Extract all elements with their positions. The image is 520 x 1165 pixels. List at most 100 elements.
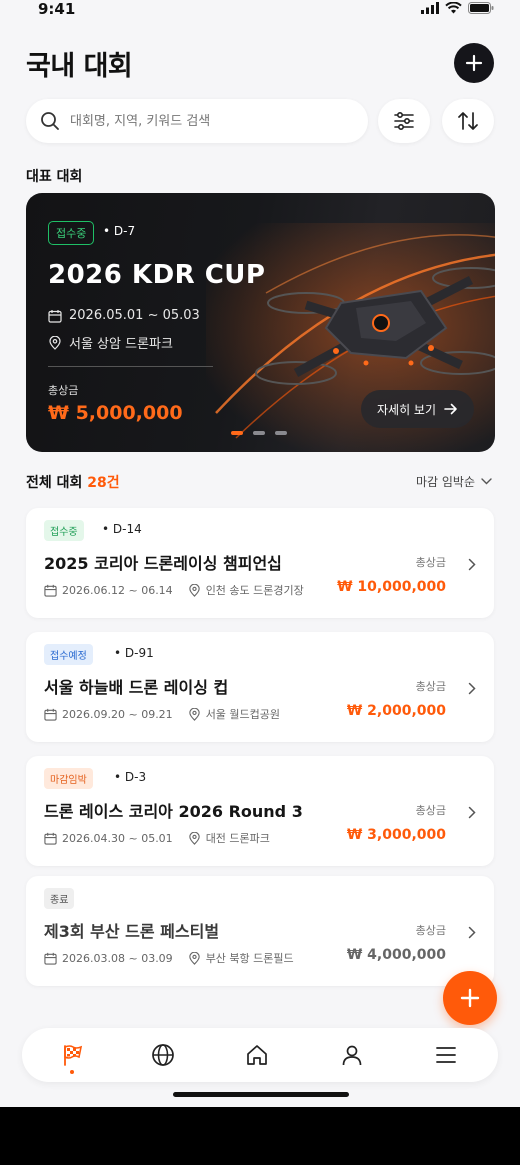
app-screen: 9:41 국내 대회 대표 대회 bbox=[0, 0, 520, 1107]
location-pin-icon bbox=[188, 951, 200, 965]
carousel-dot[interactable] bbox=[275, 431, 287, 435]
prize-value: ₩ 3,000,000 bbox=[346, 827, 446, 843]
chevron-right-icon bbox=[468, 806, 476, 819]
dday-label: • D-3 bbox=[114, 770, 147, 784]
dday-label: • D-91 bbox=[114, 646, 154, 660]
competition-dates: 2026.06.12 ~ 06.14 bbox=[62, 583, 173, 597]
featured-dates: 2026.05.01 ~ 05.03 bbox=[69, 308, 200, 323]
competition-meta: 2026.04.30 ~ 05.01 대전 드론파크 bbox=[44, 830, 270, 846]
calendar-icon bbox=[48, 309, 62, 323]
signal-icon bbox=[421, 2, 439, 14]
filter-sliders-icon bbox=[394, 112, 414, 130]
sort-label: 마감 임박순 bbox=[415, 475, 475, 489]
status-time: 9:41 bbox=[38, 0, 76, 18]
featured-location: 서울 상암 드론파크 bbox=[69, 337, 173, 352]
featured-dday: • D-7 bbox=[103, 224, 136, 238]
sort-dropdown[interactable]: 마감 임박순 bbox=[416, 473, 492, 490]
arrow-right-icon bbox=[444, 403, 457, 415]
home-indicator bbox=[173, 1092, 349, 1097]
competition-name: 제3회 부산 드론 페스티벌 bbox=[44, 922, 220, 941]
search-icon bbox=[41, 112, 59, 130]
competition-name: 서울 하늘배 드론 레이싱 컵 bbox=[44, 678, 229, 697]
chevron-down-icon bbox=[481, 478, 492, 485]
floating-add-button[interactable] bbox=[443, 971, 497, 1025]
competition-name: 2025 코리아 드론레이싱 챔피언십 bbox=[44, 554, 282, 573]
featured-detail-button[interactable]: 자세히 보기 bbox=[361, 390, 475, 428]
search-input[interactable] bbox=[70, 113, 340, 129]
featured-prize: ₩ 5,000,000 bbox=[48, 402, 183, 424]
featured-prize-label: 총상금 bbox=[48, 384, 79, 397]
featured-competition-card[interactable]: 접수중 • D-7 2026 KDR CUP 2026.05.01 ~ 05.0… bbox=[26, 193, 495, 452]
competition-card[interactable]: 종료 제3회 부산 드론 페스티벌 2026.03.08 ~ 03.09 부산 … bbox=[26, 876, 494, 986]
chevron-right-icon bbox=[468, 558, 476, 571]
featured-status-badge: 접수중 bbox=[48, 221, 95, 245]
calendar-icon bbox=[44, 584, 57, 597]
nav-competitions[interactable] bbox=[59, 1042, 85, 1068]
nav-home[interactable] bbox=[244, 1042, 270, 1068]
competition-dates: 2026.03.08 ~ 03.09 bbox=[62, 951, 173, 965]
nav-active-indicator bbox=[70, 1070, 74, 1074]
carousel-indicator bbox=[231, 431, 287, 435]
competition-meta: 2026.09.20 ~ 09.21 서울 월드컵공원 bbox=[44, 706, 280, 722]
prize-label: 총상금 bbox=[415, 556, 446, 569]
competition-name: 드론 레이스 코리아 2026 Round 3 bbox=[44, 802, 303, 821]
bottom-navigation bbox=[22, 1028, 498, 1082]
carousel-dot[interactable] bbox=[231, 431, 243, 435]
competition-card[interactable]: 접수중 • D-14 2025 코리아 드론레이싱 챔피언십 2026.06.1… bbox=[26, 508, 494, 618]
menu-icon bbox=[436, 1047, 456, 1063]
prize-label: 총상금 bbox=[415, 924, 446, 937]
calendar-icon bbox=[44, 952, 57, 965]
person-icon bbox=[342, 1045, 362, 1066]
location-pin-icon bbox=[188, 831, 200, 845]
prize-label: 총상금 bbox=[415, 680, 446, 693]
competition-card[interactable]: 마감임박 • D-3 드론 레이스 코리아 2026 Round 3 2026.… bbox=[26, 756, 494, 866]
featured-divider bbox=[48, 366, 213, 367]
status-badge: 접수중 bbox=[44, 520, 84, 541]
location-pin-icon bbox=[188, 583, 200, 597]
featured-detail-label: 자세히 보기 bbox=[377, 402, 437, 417]
competition-card[interactable]: 접수예정 • D-91 서울 하늘배 드론 레이싱 컵 2026.09.20 ~… bbox=[26, 632, 494, 742]
globe-icon bbox=[152, 1044, 174, 1066]
prize-label: 총상금 bbox=[415, 804, 446, 817]
featured-section-label: 대표 대회 bbox=[26, 169, 83, 185]
competition-meta: 2026.03.08 ~ 03.09 부산 북항 드론필드 bbox=[44, 950, 294, 966]
list-title-text: 전체 대회 bbox=[26, 475, 83, 491]
status-badge: 마감임박 bbox=[44, 768, 93, 789]
page-title: 국내 대회 bbox=[26, 51, 133, 82]
prize-value: ₩ 2,000,000 bbox=[346, 703, 446, 719]
chevron-right-icon bbox=[468, 926, 476, 939]
nav-global[interactable] bbox=[150, 1042, 176, 1068]
filter-button[interactable] bbox=[378, 99, 430, 143]
carousel-dot[interactable] bbox=[253, 431, 265, 435]
location-pin-icon bbox=[49, 335, 61, 350]
competition-dates: 2026.09.20 ~ 09.21 bbox=[62, 707, 173, 721]
competition-location: 인천 송도 드론경기장 bbox=[205, 584, 304, 597]
prize-value: ₩ 4,000,000 bbox=[346, 947, 446, 963]
home-icon bbox=[247, 1045, 267, 1065]
plus-icon bbox=[460, 988, 480, 1008]
sort-button[interactable] bbox=[442, 99, 494, 143]
list-title: 전체 대회 28건 bbox=[26, 472, 120, 492]
competition-location: 대전 드론파크 bbox=[205, 832, 270, 845]
status-badge: 접수예정 bbox=[44, 644, 93, 665]
location-pin-icon bbox=[188, 707, 200, 721]
calendar-icon bbox=[44, 832, 57, 845]
add-competition-button[interactable] bbox=[454, 43, 494, 83]
status-icons bbox=[421, 2, 494, 14]
checkered-flag-icon bbox=[64, 1045, 83, 1066]
competition-meta: 2026.06.12 ~ 06.14 인천 송도 드론경기장 bbox=[44, 582, 304, 598]
competition-location: 서울 월드컵공원 bbox=[205, 708, 281, 721]
plus-icon bbox=[465, 54, 483, 72]
status-bar: 9:41 bbox=[0, 0, 520, 22]
search-bar[interactable] bbox=[26, 99, 368, 143]
competition-dates: 2026.04.30 ~ 05.01 bbox=[62, 831, 173, 845]
competition-location: 부산 북항 드론필드 bbox=[205, 952, 294, 965]
calendar-icon bbox=[44, 708, 57, 721]
nav-menu[interactable] bbox=[433, 1042, 459, 1068]
sort-arrows-icon bbox=[458, 112, 478, 130]
featured-title: 2026 KDR CUP bbox=[48, 260, 266, 290]
nav-profile[interactable] bbox=[339, 1042, 365, 1068]
list-count: 28건 bbox=[87, 475, 120, 491]
wifi-icon bbox=[445, 2, 462, 14]
prize-value: ₩ 10,000,000 bbox=[337, 579, 446, 595]
